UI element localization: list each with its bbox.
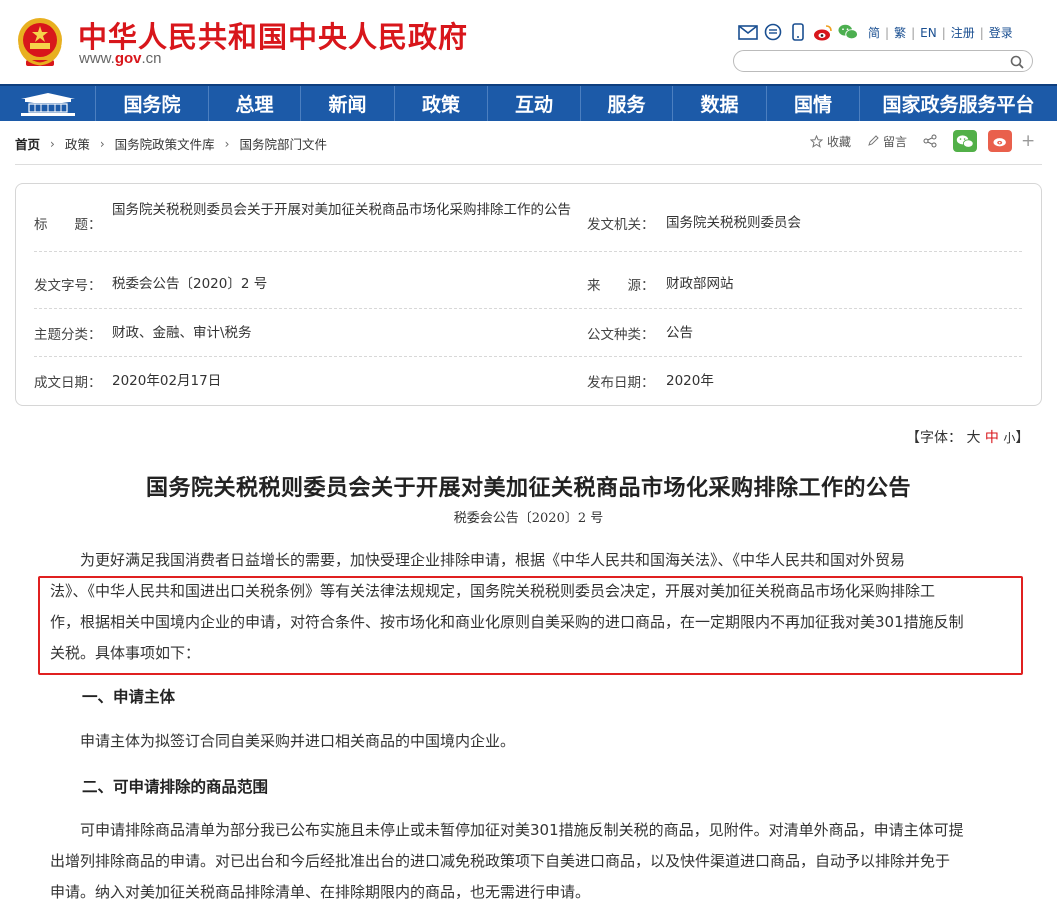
nav-home-icon[interactable]: [0, 86, 96, 121]
published-date-value: 2020年: [666, 372, 714, 389]
issuer-label: 发文机关：: [587, 217, 655, 233]
nav-item-news[interactable]: 新闻: [301, 86, 395, 121]
mail-icon[interactable]: [738, 23, 758, 41]
topic-value: 财政、金融、审计\税务: [112, 324, 252, 341]
article-paragraph: 申请主体为拟签订合同自美采购并进口相关商品的中国境内企业。: [80, 732, 516, 750]
nav-item-state-council[interactable]: 国务院: [96, 86, 209, 121]
title-label: 标 题：: [34, 217, 102, 233]
site-url-prefix: www.: [79, 50, 115, 67]
link-register[interactable]: 注册: [951, 24, 975, 41]
text-line: 法》、《中华人民共和国进出口关税条例》等有关法律法规规定，国务院关税税则委员会决…: [50, 582, 936, 600]
article-paragraph: 为更好满足我国消费者日益增长的需要，加快受理企业排除申请，根据《中华人民共和国海…: [50, 545, 1022, 576]
info-row: 标 题： 国务院关税税则委员会关于开展对美加征关税商品市场化采购排除工作的公告 …: [34, 194, 1022, 252]
nav-item-interaction[interactable]: 互动: [488, 86, 581, 121]
weibo-icon[interactable]: [813, 23, 833, 41]
document-info-table: 标 题： 国务院关税税则委员会关于开展对美加征关税商品市场化采购排除工作的公告 …: [15, 183, 1042, 406]
plus-icon[interactable]: +: [1021, 131, 1035, 151]
wechat-share-icon[interactable]: [953, 130, 978, 152]
star-icon: [810, 134, 823, 148]
nav-item-policy[interactable]: 政策: [395, 86, 488, 121]
share-icon: [923, 134, 937, 148]
link-login[interactable]: 登录: [989, 24, 1013, 41]
chevron-right-icon: ›: [99, 136, 105, 151]
article-paragraph-cont: 出增列排除商品的申请。对已出台和今后经批准出台的进口减免税政策项下自美进口商品，…: [50, 846, 1022, 908]
published-date-label: 发布日期：: [587, 375, 655, 391]
source-label: 来 源：: [587, 278, 655, 294]
search-icon[interactable]: [1010, 54, 1024, 73]
breadcrumb: 首页 › 政策 › 国务院政策文件库 › 国务院部门文件: [15, 134, 327, 153]
breadcrumb-policy-library[interactable]: 国务院政策文件库: [115, 134, 215, 153]
link-traditional[interactable]: 繁: [894, 24, 906, 41]
docno-label: 发文字号：: [34, 278, 102, 294]
article-paragraph: 可申请排除商品清单为部分我已公布实施且未停止或未暂停加征对美301措施反制关税的…: [50, 815, 1022, 846]
written-date-value: 2020年02月17日: [112, 372, 222, 389]
wechat-icon[interactable]: [838, 23, 858, 41]
font-size-prefix: 【字体：: [906, 430, 962, 446]
mobile-icon[interactable]: [788, 23, 808, 41]
info-row: 主题分类： 财政、金融、审计\税务 公文种类： 公告: [34, 309, 1022, 357]
docno-value: 税委会公告〔2020〕2 号: [112, 275, 268, 292]
share-icons: [738, 22, 863, 42]
section-heading: 一、申请主体: [82, 688, 176, 706]
article-title: 国务院关税税则委员会关于开展对美加征关税商品市场化采购排除工作的公告: [145, 475, 911, 501]
site-url: www.gov.cn: [79, 50, 162, 67]
divider: [15, 164, 1042, 165]
font-size-switch: 【字体： 大 中 小】: [906, 427, 1029, 447]
site-url-domain: gov: [114, 50, 142, 67]
written-date-label: 成文日期：: [34, 375, 102, 391]
font-size-medium[interactable]: 中: [985, 430, 999, 446]
comment-label: 留言: [883, 134, 908, 149]
main-nav: 国务院 总理 新闻 政策 互动 服务 数据 国情 国家政务服务平台: [0, 84, 1057, 121]
article-doc-number: 税委会公告〔2020〕2 号: [453, 511, 604, 526]
nav-item-gov-service-platform[interactable]: 国家政务服务平台: [860, 86, 1057, 121]
search-box: [733, 50, 1033, 72]
national-emblem-icon[interactable]: [16, 16, 64, 68]
topic-label: 主题分类：: [34, 327, 102, 343]
search-input[interactable]: [744, 52, 1004, 72]
issuer-value: 国务院关税税则委员会: [666, 214, 801, 231]
text-line: 为更好满足我国消费者日益增长的需要，加快受理企业排除申请，根据《中华人民共和国海…: [80, 551, 906, 569]
chevron-right-icon: ›: [224, 136, 230, 151]
title-value: 国务院关税税则委员会关于开展对美加征关税商品市场化采购排除工作的公告: [112, 202, 571, 218]
top-links: 简 | 繁 | EN | 注册 | 登录: [868, 24, 1013, 41]
breadcrumb-department-files[interactable]: 国务院部门文件: [239, 134, 327, 153]
link-english[interactable]: EN: [920, 26, 937, 40]
nav-item-premier[interactable]: 总理: [209, 86, 301, 121]
text-line: 可申请排除商品清单为部分我已公布实施且未停止或未暂停加征对美301措施反制关税的…: [80, 821, 964, 839]
nav-item-services[interactable]: 服务: [581, 86, 673, 121]
info-row: 发文字号： 税委会公告〔2020〕2 号 来 源： 财政部网站: [34, 259, 1022, 309]
font-size-large[interactable]: 大: [966, 430, 980, 446]
text-line: 关税。具体事项如下：: [50, 644, 201, 662]
nav-item-data[interactable]: 数据: [673, 86, 767, 121]
article-paragraph-cont: 法》、《中华人民共和国进出口关税条例》等有关法律法规规定，国务院关税税则委员会决…: [50, 576, 1022, 669]
text-line: 作，根据相关中国境内企业的申请，对符合条件、按市场化和商业化原则自美采购的进口商…: [50, 613, 964, 631]
chevron-right-icon: ›: [50, 136, 55, 151]
source-value: 财政部网站: [666, 275, 734, 292]
link-simplified[interactable]: 简: [868, 24, 880, 41]
share-button[interactable]: [923, 134, 941, 148]
message-icon[interactable]: [763, 23, 783, 41]
info-row: 成文日期： 2020年02月17日 发布日期： 2020年: [34, 357, 1022, 405]
text-line: 申请。纳入对美加征关税商品排除清单、在排除期限内的商品，也无需进行申请。: [50, 883, 591, 901]
favorite-label: 收藏: [827, 134, 852, 149]
page-tools: 收藏 留言 +: [810, 130, 1035, 152]
breadcrumb-policy[interactable]: 政策: [65, 134, 90, 153]
nav-item-national-info[interactable]: 国情: [767, 86, 860, 121]
weibo-share-icon[interactable]: [988, 130, 1013, 152]
favorite-button[interactable]: 收藏: [810, 133, 851, 150]
site-header: 中华人民共和国中央人民政府 www.gov.cn 简 | 繁 | EN | 注册 | 登…: [0, 0, 1057, 84]
text-line: 出增列排除商品的申请。对已出台和今后经批准出台的进口减免税政策项下自美进口商品，…: [50, 852, 951, 870]
comment-button[interactable]: 留言: [867, 133, 907, 150]
font-size-small[interactable]: 小: [1003, 431, 1015, 445]
pen-icon: [868, 135, 879, 146]
section-heading: 二、可申请排除的商品范围: [82, 778, 269, 796]
type-value: 公告: [666, 324, 693, 341]
site-url-suffix: .cn: [141, 50, 162, 67]
breadcrumb-home[interactable]: 首页: [15, 134, 40, 153]
font-size-suffix: 】: [1015, 430, 1030, 446]
type-label: 公文种类：: [587, 327, 655, 343]
